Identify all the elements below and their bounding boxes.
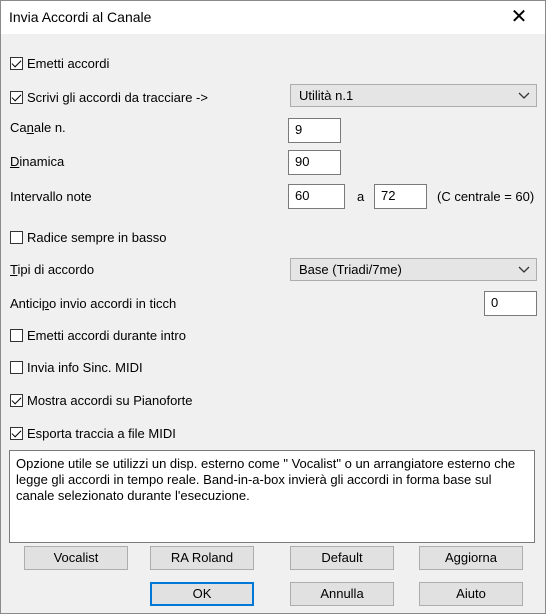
- note-range-separator: a: [357, 189, 365, 204]
- track-select-value: Utilità n.1: [299, 88, 354, 103]
- close-icon[interactable]: ✕: [507, 6, 531, 28]
- chevron-down-icon: [518, 266, 530, 273]
- ok-button[interactable]: OK: [150, 582, 254, 606]
- chord-types-select-value: Base (Triadi/7me): [299, 262, 402, 277]
- root-bass-checkbox[interactable]: Radice sempre in basso: [10, 228, 166, 246]
- root-bass-label: Radice sempre in basso: [27, 229, 167, 245]
- chord-types-select[interactable]: Base (Triadi/7me): [290, 258, 537, 281]
- export-midi-checkbox[interactable]: Esporta traccia a file MIDI: [10, 424, 176, 442]
- default-button[interactable]: Default: [290, 546, 394, 570]
- dialog-window: Invia Accordi al Canale ✕ Emetti accordi…: [0, 0, 546, 614]
- note-range-label: Intervallo note: [10, 189, 92, 204]
- middle-c-note: (C centrale = 60): [437, 189, 535, 204]
- cancel-button[interactable]: Annulla: [290, 582, 394, 606]
- title-bar: Invia Accordi al Canale ✕: [1, 1, 545, 34]
- checkbox-checked-icon: [10, 56, 23, 70]
- anticipate-label: Anticipo invio accordi in ticch: [10, 296, 177, 311]
- midi-sync-checkbox[interactable]: Invia info Sinc. MIDI: [10, 358, 143, 376]
- chord-types-label: Tipi di accordo: [10, 262, 95, 277]
- vocalist-button[interactable]: Vocalist: [24, 546, 128, 570]
- description-box: Opzione utile se utilizzi un disp. ester…: [9, 450, 535, 543]
- export-midi-label: Esporta traccia a file MIDI: [27, 425, 176, 441]
- checkbox-checked-icon: [10, 393, 23, 407]
- write-chords-label: Scrivi gli accordi da tracciare ->: [27, 89, 208, 105]
- note-range-low-field[interactable]: 60: [288, 184, 345, 209]
- channel-field[interactable]: 9: [288, 118, 341, 143]
- intro-chords-label: Emetti accordi durante intro: [27, 327, 186, 343]
- help-button[interactable]: Aiuto: [419, 582, 523, 606]
- chevron-down-icon: [518, 92, 530, 99]
- checkbox-icon: [10, 230, 23, 244]
- track-select[interactable]: Utilità n.1: [290, 84, 537, 107]
- dynamics-field[interactable]: 90: [288, 150, 341, 175]
- intro-chords-checkbox[interactable]: Emetti accordi durante intro: [10, 326, 186, 344]
- checkbox-checked-icon: [10, 426, 23, 440]
- checkbox-checked-icon: [10, 90, 23, 104]
- emit-chords-checkbox[interactable]: Emetti accordi: [10, 54, 109, 72]
- emit-chords-label: Emetti accordi: [27, 55, 110, 71]
- dynamics-label: Dinamica: [10, 154, 65, 169]
- note-range-high-field[interactable]: 72: [374, 184, 427, 209]
- window-title: Invia Accordi al Canale: [9, 9, 152, 25]
- midi-sync-label: Invia info Sinc. MIDI: [27, 359, 143, 375]
- show-piano-checkbox[interactable]: Mostra accordi su Pianoforte: [10, 391, 192, 409]
- roland-button[interactable]: RA Roland: [150, 546, 254, 570]
- channel-label: Canale n.: [10, 120, 66, 135]
- checkbox-icon: [10, 360, 23, 374]
- show-piano-label: Mostra accordi su Pianoforte: [27, 392, 193, 408]
- update-button[interactable]: Aggiorna: [419, 546, 523, 570]
- write-chords-checkbox[interactable]: Scrivi gli accordi da tracciare ->: [10, 88, 208, 106]
- anticipate-field[interactable]: 0: [484, 291, 537, 316]
- checkbox-icon: [10, 328, 23, 342]
